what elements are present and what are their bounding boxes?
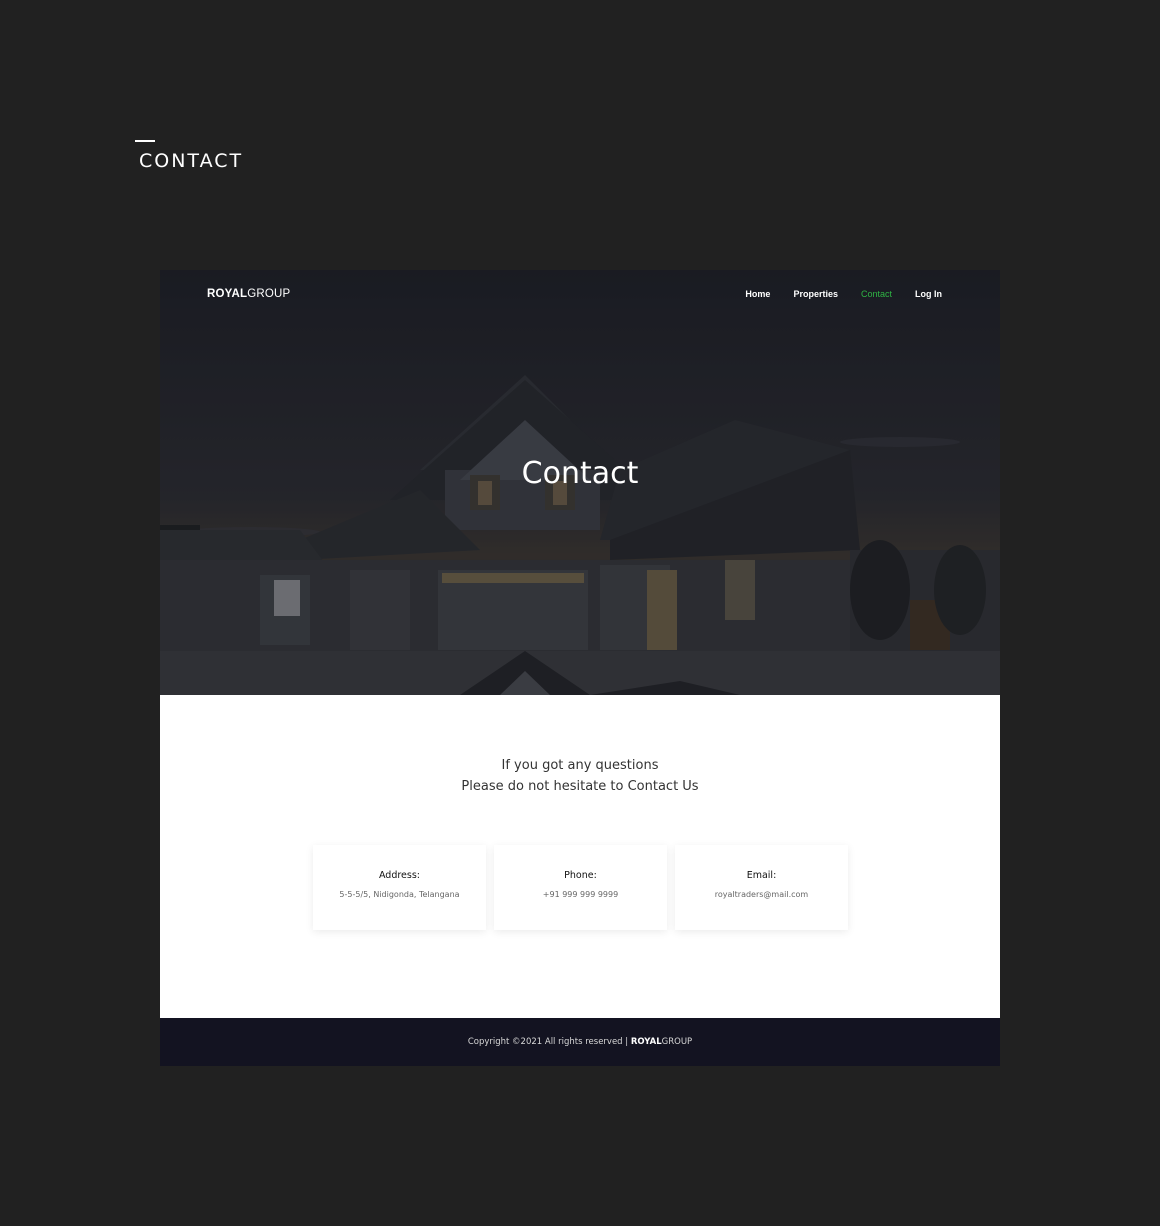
hero-strip [160,651,1000,695]
navbar: ROYALGROUP Home Properties Contact Log I… [160,270,1000,318]
email-label: Email: [746,870,777,881]
phone-value[interactable]: +91 999 999 9999 [494,890,667,899]
phone-label: Phone: [564,870,597,881]
email-card: Email: royaltraders@mail.com [675,845,848,930]
section-title: CONTACT [139,150,244,172]
phone-card: Phone: +91 999 999 9999 [494,845,667,930]
nav-properties[interactable]: Properties [793,289,838,299]
footer-brand-bold: ROYAL [630,1037,662,1047]
contact-cards: Address: 5-5-5/5, Nidigonda, Telangana P… [313,845,848,930]
address-card: Address: 5-5-5/5, Nidigonda, Telangana [313,845,486,930]
email-value[interactable]: royaltraders@mail.com [675,890,848,899]
tagline-line-2: Please do not hesitate to Contact Us [461,779,699,794]
hero-banner: ROYALGROUP Home Properties Contact Log I… [160,270,1000,695]
contact-tagline: If you got any questions Please do not h… [160,755,1000,797]
copyright-text: Copyright ©2021 All rights reserved | RO… [468,1037,692,1047]
nav-home[interactable]: Home [745,289,770,299]
tagline-line-1: If you got any questions [501,758,659,773]
heading-dash [135,140,155,142]
house-strip-illustration [160,651,1000,695]
footer-brand-light: GROUP [661,1037,693,1047]
nav-login[interactable]: Log In [915,289,942,299]
section-heading: CONTACT [135,140,243,172]
brand-logo[interactable]: ROYALGROUP [207,288,290,300]
brand-bold: ROYAL [207,288,248,300]
nav-contact[interactable]: Contact [861,289,892,299]
address-value: 5-5-5/5, Nidigonda, Telangana [339,890,460,899]
nav-links: Home Properties Contact Log In [745,289,942,299]
hero-title: Contact [521,456,639,491]
contact-content: If you got any questions Please do not h… [160,695,1000,1018]
address-label: Address: [378,870,421,881]
copyright-label: Copyright ©2021 All rights reserved | [467,1037,631,1047]
brand-light: GROUP [247,288,291,300]
website-preview: ROYALGROUP Home Properties Contact Log I… [160,270,1000,1066]
footer: Copyright ©2021 All rights reserved | RO… [160,1018,1000,1066]
